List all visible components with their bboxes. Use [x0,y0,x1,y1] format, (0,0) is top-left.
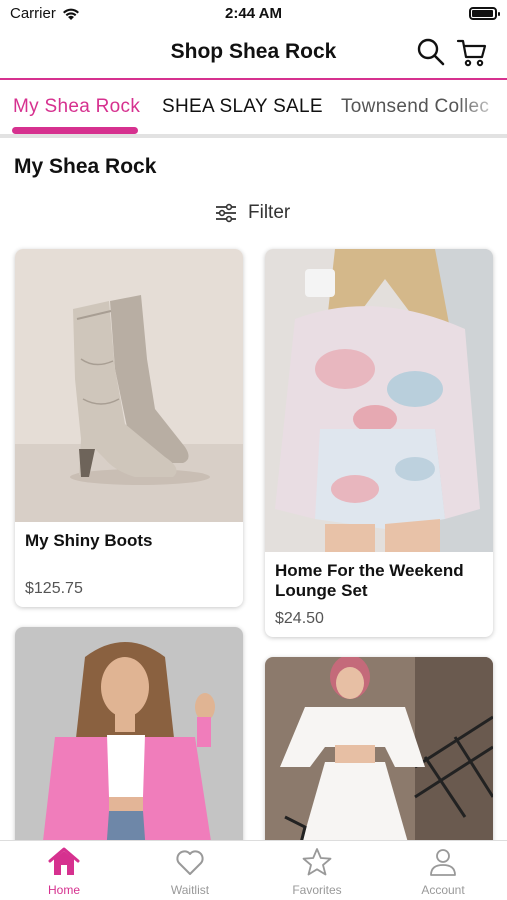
cart-icon[interactable] [456,36,488,68]
category-tabs: My Shea Rock SHEA SLAY SALE Townsend Col… [0,82,507,138]
filter-label: Filter [248,202,291,223]
product-name: Home For the Weekend Lounge Set [275,561,464,600]
status-bar: Carrier 2:44 AM [0,0,507,28]
tabbar-home[interactable]: Home [14,847,114,897]
product-card[interactable]: My Shiny Boots $125.75 [15,249,243,607]
product-image-boots [15,249,243,522]
home-icon [48,847,80,875]
status-time: 2:44 AM [225,5,282,22]
tab-my-shea-rock[interactable]: My Shea Rock [13,96,140,118]
active-tab-indicator [12,127,138,134]
product-price: $125.75 [25,580,83,597]
tabbar-home-label: Home [47,883,80,897]
product-image-lounge-set [265,249,493,552]
tabbar-account-label: Account [421,883,465,897]
tabbar-account[interactable]: Account [393,847,493,897]
tabbar-waitlist-label: Waitlist [170,883,210,897]
search-icon[interactable] [415,36,447,68]
tabbar-waitlist[interactable]: Waitlist [140,847,240,897]
account-icon [430,849,456,876]
product-price: $24.50 [275,610,324,627]
battery-icon [469,7,500,20]
product-card[interactable] [15,627,243,867]
filter-button[interactable]: Filter [214,202,290,224]
product-name: My Shiny Boots [25,531,153,550]
section-title: My Shea Rock [14,155,157,178]
tabs-fade [457,82,507,134]
product-card[interactable]: Home For the Weekend Lounge Set $24.50 [265,249,493,637]
filter-icon [216,203,236,223]
tabbar-favorites[interactable]: Favorites [267,847,367,897]
product-image-pink-jacket [15,627,243,867]
star-icon [302,848,332,876]
bottom-tab-bar: Home Waitlist Favorites Account [0,840,507,900]
product-image-white-dress [265,657,493,867]
tabbar-favorites-label: Favorites [292,883,342,897]
product-card[interactable] [265,657,493,867]
tab-shea-slay-sale[interactable]: SHEA SLAY SALE [162,96,323,118]
heart-icon [176,850,204,875]
navigation-header: Shop Shea Rock [0,28,507,80]
